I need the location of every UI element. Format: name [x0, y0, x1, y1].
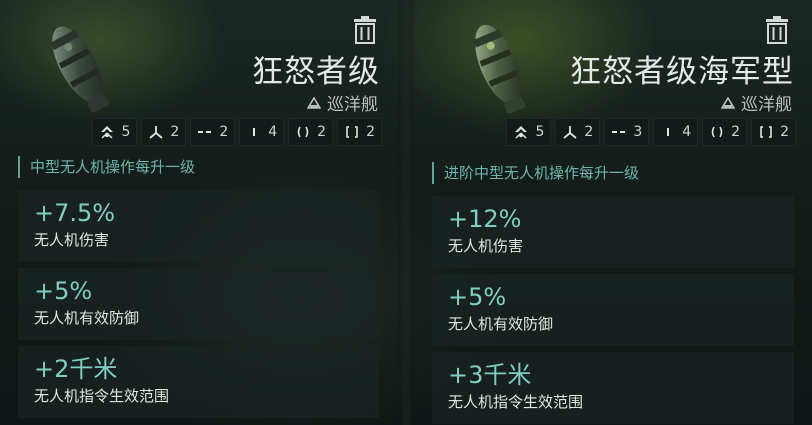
bonus-row: +5% 无人机有效防御: [18, 268, 379, 340]
bonus-row: +12% 无人机伤害: [432, 196, 794, 268]
slot-fighter: 2: [555, 118, 601, 146]
low-slot-icon: [711, 126, 723, 138]
rig-slot-icon: [346, 126, 358, 138]
slot-fighter: 2: [141, 118, 187, 146]
rig-slot-icon: [760, 126, 772, 138]
slot-count: 4: [268, 124, 278, 140]
slot-count: 2: [219, 124, 229, 140]
slot-count: 2: [584, 124, 594, 140]
bonus-value: +5%: [34, 277, 93, 305]
bonus-desc: 无人机有效防御: [448, 315, 554, 333]
ship-class-label: 巡洋舰: [327, 95, 378, 115]
bonus-desc: 无人机有效防御: [34, 309, 140, 327]
fighter-icon: [563, 126, 577, 139]
slot-rig: 2: [751, 118, 796, 146]
bonus-value: +12%: [448, 205, 522, 233]
ship-render-image: [50, 26, 109, 113]
bonus-row: +2千米 无人机指令生效范围: [18, 346, 379, 418]
slot-mid: 4: [653, 118, 699, 146]
ship-class: 巡洋舰: [721, 90, 792, 115]
slot-layout: 5 2 2 4 2 2: [92, 118, 382, 146]
bonus-desc: 无人机指令生效范围: [448, 393, 584, 411]
cruiser-class-icon: [721, 96, 735, 109]
bonus-value: +3千米: [448, 361, 532, 389]
bonus-row: +7.5% 无人机伤害: [18, 190, 379, 262]
mid-slot-icon: [253, 128, 256, 136]
skill-requirement: 进阶中型无人机操作每升一级: [432, 162, 639, 184]
comparison-view: 狂怒者级 巡洋舰 5 2 2 4 2 2 中型无人机操作每升一级 +7.5% 无…: [0, 0, 812, 425]
bonus-row: +5% 无人机有效防御: [432, 274, 794, 346]
slot-low: 2: [288, 118, 334, 146]
drone-bay-icon: [101, 126, 114, 139]
trash-icon[interactable]: [764, 16, 790, 44]
ship-name: 狂怒者级海军型: [570, 54, 794, 90]
slot-count: 3: [633, 124, 643, 140]
ship-render-image: [473, 24, 526, 114]
ship-class: 巡洋舰: [307, 90, 378, 115]
bonus-desc: 无人机伤害: [34, 231, 110, 249]
slot-count: 5: [535, 124, 545, 140]
slot-drone-bay: 5: [506, 118, 552, 146]
slot-layout: 5 2 3 4 2 2: [506, 118, 796, 146]
ship-card-1: 狂怒者级 巡洋舰 5 2 2 4 2 2 中型无人机操作每升一级 +7.5% 无…: [0, 0, 398, 425]
trash-icon[interactable]: [352, 16, 378, 44]
slot-high: 2: [190, 118, 236, 146]
slot-count: 4: [682, 124, 692, 140]
bonus-desc: 无人机伤害: [448, 237, 524, 255]
slot-rig: 2: [337, 118, 382, 146]
slot-high: 3: [604, 118, 650, 146]
slot-low: 2: [702, 118, 748, 146]
slot-mid: 4: [239, 118, 285, 146]
bonus-value: +7.5%: [34, 199, 116, 227]
high-slot-icon: [198, 131, 212, 133]
low-slot-icon: [297, 126, 309, 138]
drone-bay-icon: [515, 126, 528, 139]
high-slot-icon: [612, 131, 626, 133]
slot-drone-bay: 5: [92, 118, 138, 146]
ship-name: 狂怒者级: [252, 54, 380, 90]
bonus-value: +5%: [448, 283, 507, 311]
slot-count: 2: [366, 124, 375, 140]
cruiser-class-icon: [307, 96, 321, 109]
bonus-row: +3千米 无人机指令生效范围: [432, 352, 794, 424]
slot-count: 2: [731, 124, 741, 140]
bonus-desc: 无人机指令生效范围: [34, 387, 170, 405]
ship-class-label: 巡洋舰: [741, 95, 792, 115]
skill-requirement: 中型无人机操作每升一级: [18, 156, 195, 178]
slot-count: 2: [170, 124, 180, 140]
mid-slot-icon: [667, 128, 670, 136]
ship-card-2: 狂怒者级海军型 巡洋舰 5 2 3 4 2 2 进阶中型无人机操作每升一级 +1…: [414, 0, 812, 425]
fighter-icon: [149, 126, 163, 139]
slot-count: 2: [780, 124, 789, 140]
slot-count: 2: [317, 124, 327, 140]
slot-count: 5: [121, 124, 131, 140]
bonus-value: +2千米: [34, 355, 118, 383]
card-divider: [398, 0, 414, 425]
